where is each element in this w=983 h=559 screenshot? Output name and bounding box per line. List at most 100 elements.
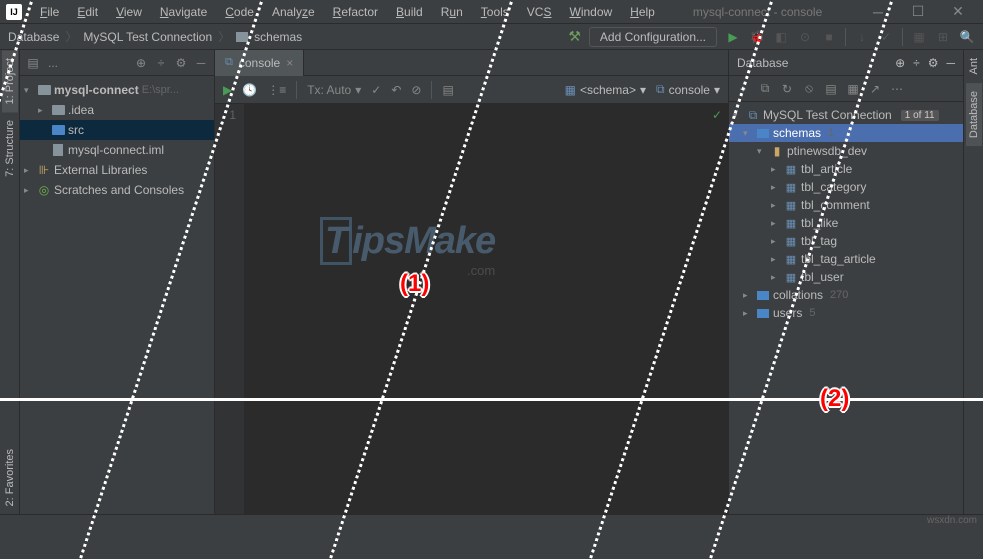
editor-body[interactable]: 1 ✓ <box>215 104 728 514</box>
db-label: tbl_tag <box>801 234 837 248</box>
favorites-tool-button[interactable]: 2: Favorites <box>2 441 18 514</box>
history-icon[interactable]: 🕓 <box>242 83 257 97</box>
breadcrumb[interactable]: Database 〉 MySQL Test Connection 〉 schem… <box>8 28 302 45</box>
db-node-users[interactable]: ▸ users 5 <box>729 304 963 322</box>
structure-icon[interactable]: ▦ <box>911 29 927 45</box>
target-icon[interactable]: ⊕ <box>134 56 148 70</box>
maximize-button[interactable]: ☐ <box>903 2 933 22</box>
expand-arrow-icon[interactable]: ▾ <box>757 146 767 157</box>
db-label: tbl_comment <box>801 198 870 212</box>
close-tab-icon[interactable]: × <box>286 56 293 70</box>
menu-edit[interactable]: Edit <box>69 2 106 22</box>
more-icon[interactable]: ⋯ <box>889 82 905 96</box>
structure-tool-button[interactable]: 7: Structure <box>2 112 18 185</box>
menu-file[interactable]: File <box>32 2 67 22</box>
close-button[interactable]: ✕ <box>943 2 973 22</box>
duplicate-icon[interactable]: ⧉ <box>757 81 773 96</box>
select-opened-icon[interactable]: ... <box>46 56 60 70</box>
search-everywhere-icon[interactable]: ⊞ <box>935 29 951 45</box>
build-icon[interactable]: ⚒ <box>568 28 581 45</box>
tree-node-iml[interactable]: mysql-connect.iml <box>20 140 214 160</box>
view-icon[interactable]: ▤ <box>442 83 453 97</box>
vcs-update-icon[interactable]: ↓ <box>854 29 870 45</box>
tree-node-scratches[interactable]: ▸ ◎ Scratches and Consoles <box>20 180 214 200</box>
expand-arrow-icon[interactable]: ▸ <box>24 185 34 196</box>
project-view-icon[interactable]: ▤ <box>26 56 40 70</box>
menu-build[interactable]: Build <box>388 2 431 22</box>
collapse-icon[interactable]: ÷ <box>913 56 920 70</box>
db-node-table[interactable]: ▸▦tbl_category <box>729 178 963 196</box>
project-tree[interactable]: ▾ mysql-connect E:\spr... ▸ .idea src my… <box>20 76 214 204</box>
db-label: tbl_article <box>801 162 852 176</box>
hide-icon[interactable]: ─ <box>946 56 955 70</box>
database-panel-header: Database ⊕ ÷ ⚙ ─ <box>729 50 963 76</box>
menu-vcs[interactable]: VCS <box>519 2 560 22</box>
tree-node-idea[interactable]: ▸ .idea <box>20 100 214 120</box>
menu-run[interactable]: Run <box>433 2 471 22</box>
db-node-table[interactable]: ▸▦tbl_comment <box>729 196 963 214</box>
tree-node-external-libraries[interactable]: ▸ ⊪ External Libraries <box>20 160 214 180</box>
tree-label: .idea <box>68 103 94 117</box>
expand-arrow-icon[interactable]: ▸ <box>24 165 34 176</box>
gear-icon[interactable]: ⚙ <box>174 56 188 70</box>
search-icon[interactable]: 🔍 <box>959 29 975 45</box>
inspection-ok-icon[interactable]: ✓ <box>712 108 722 122</box>
stop-icon[interactable]: ■ <box>821 29 837 45</box>
cancel-icon[interactable]: ⊘ <box>411 83 421 97</box>
ant-tool-button[interactable]: Ant <box>966 50 982 83</box>
library-icon: ⊪ <box>37 164 51 176</box>
breadcrumb-connection[interactable]: MySQL Test Connection <box>83 30 212 44</box>
file-icon <box>53 144 63 156</box>
db-node-collations[interactable]: ▸ collations 270 <box>729 286 963 304</box>
expand-arrow-icon[interactable]: ▾ <box>24 85 34 96</box>
db-node-connection[interactable]: ▾ ⧉ MySQL Test Connection 1 of 11 <box>729 106 963 124</box>
breadcrumb-schemas[interactable]: schemas <box>254 30 302 44</box>
expand-arrow-icon[interactable]: ▾ <box>743 128 753 139</box>
tx-mode-dropdown[interactable]: Tx: Auto ▾ <box>307 83 361 97</box>
menu-refactor[interactable]: Refactor <box>325 2 386 22</box>
db-label: ptinewsdb_dev <box>787 144 867 158</box>
explain-plan-icon[interactable]: ⋮≡ <box>267 83 286 97</box>
target-icon[interactable]: ⊕ <box>895 56 905 70</box>
db-node-table[interactable]: ▸▦tbl_tag <box>729 232 963 250</box>
filter-icon[interactable]: ▤ <box>823 82 839 96</box>
run-icon[interactable]: ▶ <box>725 29 741 45</box>
schema-dropdown[interactable]: ▦ <schema> ▾ <box>565 83 646 97</box>
db-node-table[interactable]: ▸▦tbl_user <box>729 268 963 286</box>
code-editor[interactable]: ✓ <box>245 104 728 514</box>
db-count: 1 <box>828 127 834 139</box>
tree-node-src[interactable]: src <box>20 120 214 140</box>
title-bar: IJ File Edit View Navigate Code Analyze … <box>0 0 983 24</box>
jump-icon[interactable]: ↗ <box>867 82 883 96</box>
line-gutter: 1 <box>215 104 245 514</box>
table-icon[interactable]: ▦ <box>845 82 861 96</box>
tree-node-root[interactable]: ▾ mysql-connect E:\spr... <box>20 80 214 100</box>
db-node-table[interactable]: ▸▦tbl_article <box>729 160 963 178</box>
tab-label: console <box>239 56 280 70</box>
table-icon: ▦ <box>784 181 798 194</box>
tab-console[interactable]: ⧉ console × <box>215 50 304 76</box>
console-dropdown[interactable]: ⧉ console ▾ <box>656 82 720 97</box>
hide-icon[interactable]: ─ <box>194 56 208 70</box>
coverage-icon[interactable]: ◧ <box>773 29 789 45</box>
add-configuration-button[interactable]: Add Configuration... <box>589 27 717 47</box>
menu-window[interactable]: Window <box>561 2 620 22</box>
collapse-icon[interactable]: ÷ <box>154 56 168 70</box>
rollback-icon[interactable]: ↶ <box>391 83 401 97</box>
commit-icon[interactable]: ✓ <box>371 83 381 97</box>
menu-navigate[interactable]: Navigate <box>152 2 215 22</box>
profile-icon[interactable]: ⊙ <box>797 29 813 45</box>
refresh-icon[interactable]: ↻ <box>779 82 795 96</box>
menu-view[interactable]: View <box>108 2 150 22</box>
database-tool-button[interactable]: Database <box>966 83 982 146</box>
db-node-table[interactable]: ▸▦tbl_tag_article <box>729 250 963 268</box>
stop-icon[interactable]: ⦸ <box>801 81 817 96</box>
menu-analyze[interactable]: Analyze <box>264 2 323 22</box>
gear-icon[interactable]: ⚙ <box>928 56 939 70</box>
window-title: mysql-connect - console <box>693 5 822 19</box>
db-label: tbl_user <box>801 270 844 284</box>
expand-arrow-icon[interactable]: ▸ <box>38 105 48 116</box>
tree-label: Scratches and Consoles <box>54 183 184 197</box>
menu-help[interactable]: Help <box>622 2 663 22</box>
db-node-table[interactable]: ▸▦tbl_like <box>729 214 963 232</box>
